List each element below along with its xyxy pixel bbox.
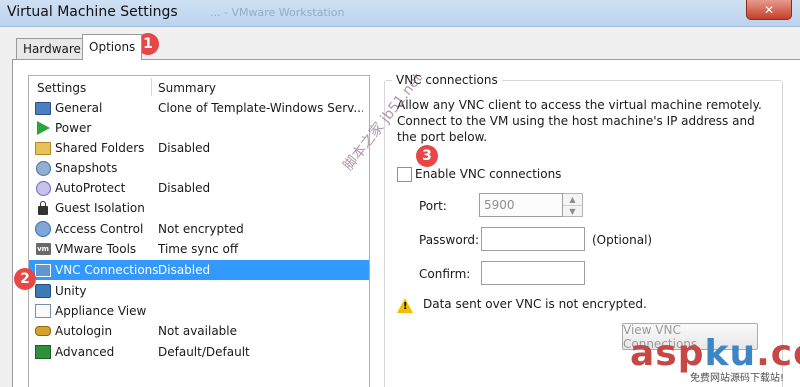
password-label: Password: <box>419 233 480 247</box>
logo-main: asp <box>630 333 705 374</box>
shield-icon <box>35 180 51 196</box>
spin-up-icon[interactable]: ▲ <box>563 194 582 206</box>
settings-row-power[interactable]: Power <box>29 118 369 138</box>
row-label: AutoProtect <box>55 181 126 195</box>
vm-icon: vm <box>35 243 51 255</box>
row-summary: Default/Default <box>158 345 250 359</box>
settings-column-header[interactable]: Settings <box>37 81 86 95</box>
port-input[interactable] <box>479 193 563 217</box>
row-summary: Disabled <box>158 141 211 155</box>
settings-row-shared-folders[interactable]: Shared Folders Disabled <box>29 138 369 158</box>
port-spinner[interactable]: ▲ ▼ <box>563 193 583 217</box>
tab-hardware[interactable]: Hardware <box>16 38 88 60</box>
settings-row-appliance-view[interactable]: Appliance View <box>29 301 369 321</box>
tab-options[interactable]: Options <box>82 34 143 60</box>
row-label: Autologin <box>55 324 113 338</box>
confirm-label: Confirm: <box>419 267 471 281</box>
close-button[interactable]: ✕ <box>746 0 792 20</box>
row-summary: Disabled <box>158 263 211 277</box>
settings-row-access-control[interactable]: Access Control Not encrypted <box>29 219 369 239</box>
close-icon: ✕ <box>763 2 775 17</box>
row-summary: Disabled <box>158 181 211 195</box>
watermark-subtitle: 免费网站源码下载站! <box>690 373 785 384</box>
settings-row-general[interactable]: General Clone of Template-Windows Serv..… <box>29 98 369 118</box>
logo-accent: ku <box>704 333 757 374</box>
settings-row-guest-isolation[interactable]: Guest Isolation <box>29 198 369 218</box>
appliance-icon <box>35 303 51 319</box>
key-icon <box>35 323 51 339</box>
window-title: Virtual Machine Settings <box>7 4 178 20</box>
settings-row-autoprotect[interactable]: AutoProtect Disabled <box>29 178 369 198</box>
row-label: Snapshots <box>55 161 118 175</box>
unity-icon <box>35 283 51 299</box>
logo-tld: .com <box>756 333 800 374</box>
vnc-description: Allow any VNC client to access the virtu… <box>397 98 762 144</box>
background-window-title: ... - VMware Workstation <box>210 6 345 19</box>
settings-row-unity[interactable]: Unity <box>29 281 369 301</box>
row-label: VNC Connections <box>55 263 159 277</box>
warning-exclamation: ! <box>403 301 408 312</box>
row-summary: Time sync off <box>158 242 239 256</box>
enable-vnc-label[interactable]: Enable VNC connections <box>415 167 561 181</box>
row-summary: Not encrypted <box>158 222 244 236</box>
row-label: Guest Isolation <box>55 201 145 215</box>
callout-badge-2: 2 <box>14 268 36 290</box>
warning-text: Data sent over VNC is not encrypted. <box>423 297 647 311</box>
callout-badge-3: 3 <box>416 145 438 167</box>
play-icon <box>35 120 51 136</box>
spin-down-icon[interactable]: ▼ <box>563 206 582 217</box>
row-label: Access Control <box>55 222 144 236</box>
row-summary: Clone of Template-Windows Serv... <box>158 101 363 115</box>
settings-row-snapshots[interactable]: Snapshots <box>29 158 369 178</box>
folder-icon <box>35 140 51 156</box>
settings-row-vnc-connections[interactable]: VNC Connections Disabled <box>29 260 369 280</box>
row-label: Unity <box>55 284 87 298</box>
vnc-icon <box>35 262 51 278</box>
advanced-icon <box>35 344 51 360</box>
row-label: General <box>55 101 103 115</box>
password-input[interactable] <box>481 227 585 251</box>
monitor-icon <box>35 100 51 116</box>
settings-row-autologin[interactable]: Autologin Not available <box>29 321 369 341</box>
row-label: VMware Tools <box>55 242 137 256</box>
summary-column-header[interactable]: Summary <box>158 81 216 95</box>
port-label: Port: <box>419 199 447 213</box>
virtual-machine-settings-window: Virtual Machine Settings ... - VMware Wo… <box>0 0 800 387</box>
settings-row-advanced[interactable]: Advanced Default/Default <box>29 342 369 362</box>
title-bar: Virtual Machine Settings ... - VMware Wo… <box>0 0 800 27</box>
confirm-input[interactable] <box>481 261 585 285</box>
optional-label: (Optional) <box>592 233 653 247</box>
row-label: Appliance View <box>55 304 147 318</box>
enable-vnc-checkbox[interactable] <box>397 167 412 182</box>
row-label: Advanced <box>55 345 115 359</box>
camera-icon <box>35 160 51 176</box>
column-divider[interactable] <box>151 78 152 96</box>
lock-icon <box>35 200 51 216</box>
settings-list[interactable]: Settings Summary General Clone of Templa… <box>28 75 370 387</box>
row-summary: Not available <box>158 324 238 338</box>
users-icon <box>35 221 51 237</box>
settings-row-vmware-tools[interactable]: vm VMware Tools Time sync off <box>29 239 369 259</box>
row-label: Shared Folders <box>55 141 145 155</box>
list-header: Settings Summary <box>29 76 369 98</box>
row-label: Power <box>55 121 92 135</box>
watermark-logo: aspku.com <box>630 333 800 374</box>
